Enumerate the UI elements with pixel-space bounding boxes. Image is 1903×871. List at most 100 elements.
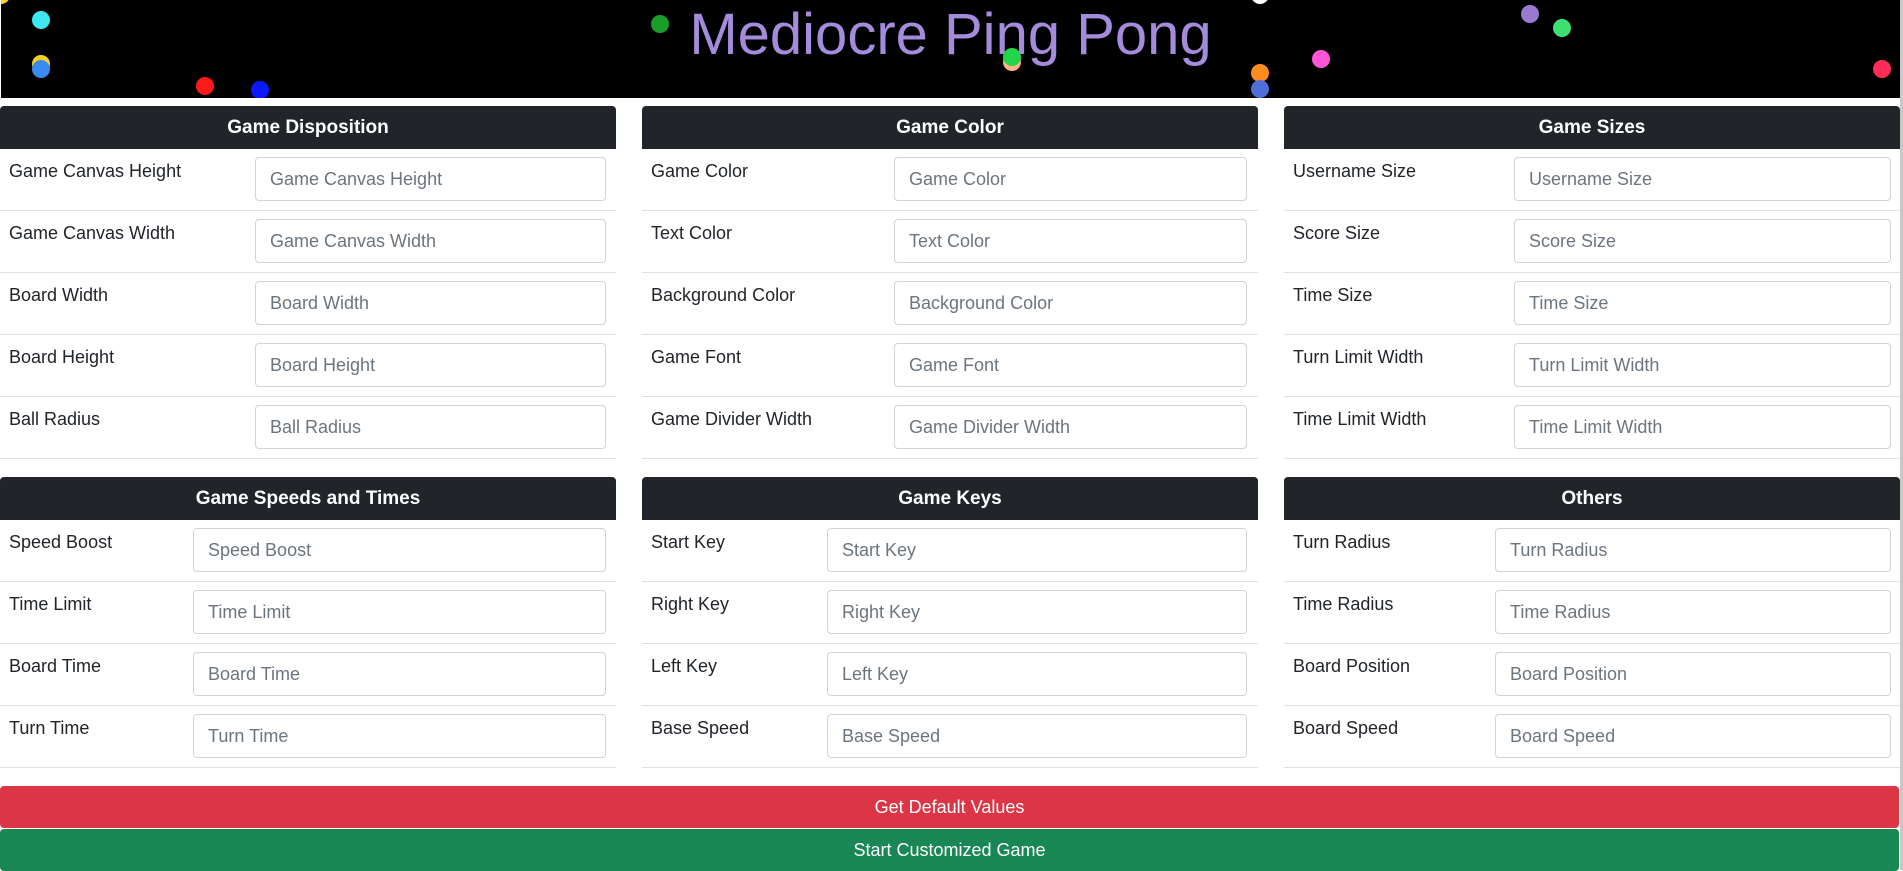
left-key-label: Left Key <box>651 656 718 676</box>
right-key-label: Right Key <box>651 594 730 614</box>
panel-title: Game Speeds and Times <box>0 477 616 520</box>
setting-row: Score Size <box>1284 211 1900 273</box>
game-color-input[interactable] <box>894 157 1247 201</box>
setting-row: Game Canvas Height <box>0 149 616 211</box>
ball <box>251 81 269 98</box>
game-keys-panel: Game Keys Start Key Right Key Left Key B… <box>642 477 1258 768</box>
setting-row: Game Divider Width <box>642 397 1258 459</box>
background-color-input[interactable] <box>894 281 1247 325</box>
ball <box>1003 48 1021 66</box>
ball-radius-label: Ball Radius <box>9 409 101 429</box>
board-speed-label: Board Speed <box>1293 718 1399 738</box>
time-radius-input[interactable] <box>1495 590 1891 634</box>
board-width-input[interactable] <box>255 281 606 325</box>
setting-row: Text Color <box>642 211 1258 273</box>
text-color-label: Text Color <box>651 223 733 243</box>
ball <box>32 60 50 78</box>
game-canvas-width-label: Game Canvas Width <box>9 223 176 243</box>
username-size-input[interactable] <box>1514 157 1891 201</box>
setting-row: Turn Radius <box>1284 520 1900 582</box>
game-canvas-height-label: Game Canvas Height <box>9 161 182 181</box>
base-speed-input[interactable] <box>827 714 1247 758</box>
time-limit-width-label: Time Limit Width <box>1293 409 1427 429</box>
setting-row: Game Canvas Width <box>0 211 616 273</box>
turn-limit-width-input[interactable] <box>1514 343 1891 387</box>
page-title: Mediocre Ping Pong <box>689 2 1212 67</box>
panel-title: Game Color <box>642 106 1258 149</box>
speed-boost-label: Speed Boost <box>9 532 113 552</box>
ball <box>1312 50 1330 68</box>
setting-row: Turn Time <box>0 706 616 768</box>
game-divider-width-label: Game Divider Width <box>651 409 813 429</box>
game-color-label: Game Color <box>651 161 749 181</box>
game-canvas-height-input[interactable] <box>255 157 606 201</box>
ball <box>196 77 214 95</box>
ball <box>1873 60 1891 78</box>
setting-row: Ball Radius <box>0 397 616 459</box>
time-size-label: Time Size <box>1293 285 1373 305</box>
board-time-label: Board Time <box>9 656 102 676</box>
score-size-input[interactable] <box>1514 219 1891 263</box>
time-radius-label: Time Radius <box>1293 594 1394 614</box>
left-key-input[interactable] <box>827 652 1247 696</box>
game-color-panel: Game Color Game Color Text Color Backgro… <box>642 106 1258 459</box>
setting-row: Time Radius <box>1284 582 1900 644</box>
setting-row: Turn Limit Width <box>1284 335 1900 397</box>
panel-title: Game Keys <box>642 477 1258 520</box>
setting-row: Speed Boost <box>0 520 616 582</box>
text-color-input[interactable] <box>894 219 1247 263</box>
ball <box>1521 5 1539 23</box>
setting-row: Username Size <box>1284 149 1900 211</box>
setting-row: Board Time <box>0 644 616 706</box>
setting-row: Board Position <box>1284 644 1900 706</box>
game-divider-width-input[interactable] <box>894 405 1247 449</box>
username-size-label: Username Size <box>1293 161 1417 181</box>
setting-row: Time Size <box>1284 273 1900 335</box>
turn-time-input[interactable] <box>193 714 606 758</box>
game-font-input[interactable] <box>894 343 1247 387</box>
game-disposition-panel: Game Disposition Game Canvas Height Game… <box>0 106 616 459</box>
board-speed-input[interactable] <box>1495 714 1891 758</box>
start-key-label: Start Key <box>651 532 726 552</box>
time-limit-label: Time Limit <box>9 594 92 614</box>
setting-row: Board Speed <box>1284 706 1900 768</box>
game-speeds-panel: Game Speeds and Times Speed Boost Time L… <box>0 477 616 768</box>
background-color-label: Background Color <box>651 285 796 305</box>
start-customized-game-button[interactable]: Start Customized Game <box>0 829 1899 871</box>
board-width-label: Board Width <box>9 285 109 305</box>
get-default-values-button[interactable]: Get Default Values <box>0 786 1899 828</box>
setting-row: Board Width <box>0 273 616 335</box>
game-sizes-panel: Game Sizes Username Size Score Size Time… <box>1284 106 1900 459</box>
ball <box>32 11 50 29</box>
right-key-input[interactable] <box>827 590 1247 634</box>
start-key-input[interactable] <box>827 528 1247 572</box>
setting-row: Time Limit Width <box>1284 397 1900 459</box>
setting-row: Game Color <box>642 149 1258 211</box>
time-size-input[interactable] <box>1514 281 1891 325</box>
time-limit-input[interactable] <box>193 590 606 634</box>
speed-boost-input[interactable] <box>193 528 606 572</box>
setting-row: Left Key <box>642 644 1258 706</box>
turn-limit-width-label: Turn Limit Width <box>1293 347 1424 367</box>
setting-row: Right Key <box>642 582 1258 644</box>
turn-radius-input[interactable] <box>1495 528 1891 572</box>
setting-row: Board Height <box>0 335 616 397</box>
ball <box>1251 80 1269 98</box>
panel-title: Others <box>1284 477 1900 520</box>
ball-radius-input[interactable] <box>255 405 606 449</box>
ball <box>651 15 669 33</box>
score-size-label: Score Size <box>1293 223 1381 243</box>
others-panel: Others Turn Radius Time Radius Board Pos… <box>1284 477 1900 768</box>
base-speed-label: Base Speed <box>651 718 750 738</box>
game-font-label: Game Font <box>651 347 742 367</box>
setting-row: Background Color <box>642 273 1258 335</box>
game-canvas-width-input[interactable] <box>255 219 606 263</box>
time-limit-width-input[interactable] <box>1514 405 1891 449</box>
board-height-input[interactable] <box>255 343 606 387</box>
board-time-input[interactable] <box>193 652 606 696</box>
game-canvas-header: Mediocre Ping Pong <box>1 0 1900 98</box>
board-position-input[interactable] <box>1495 652 1891 696</box>
turn-radius-label: Turn Radius <box>1293 532 1391 552</box>
turn-time-label: Turn Time <box>9 718 90 738</box>
ball <box>1553 19 1571 37</box>
